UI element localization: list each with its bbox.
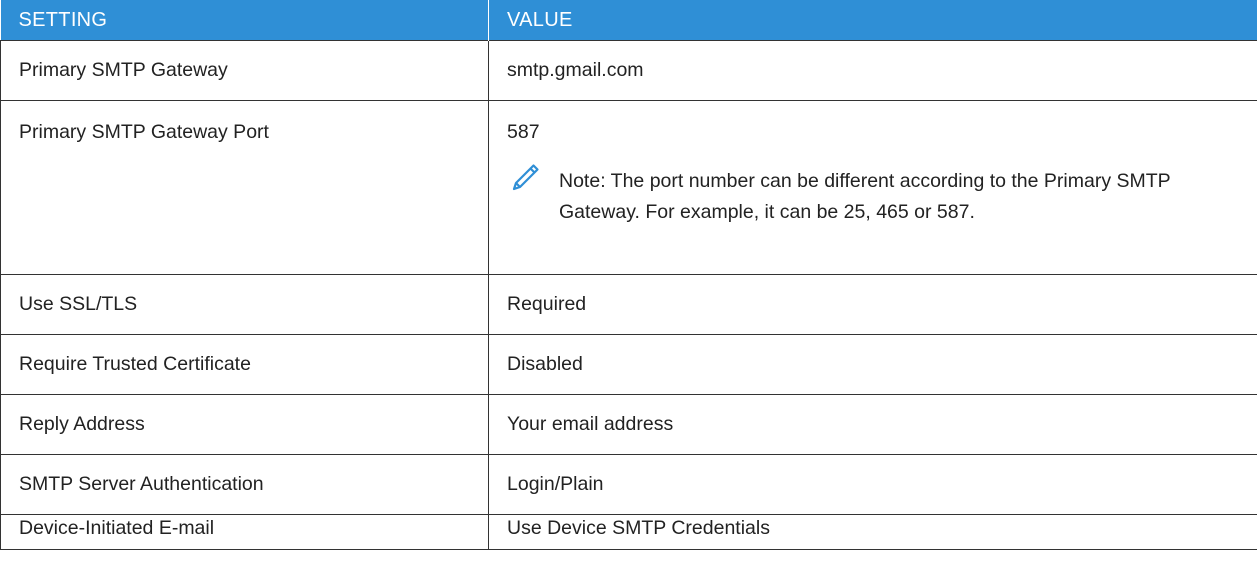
setting-text: Device-Initiated E-mail [19, 517, 215, 539]
setting-cell: Primary SMTP Gateway Port [0, 100, 489, 275]
table-header-row: SETTING VALUE [0, 0, 1257, 41]
value-text: Use Device SMTP Credentials [507, 517, 770, 539]
header-setting: SETTING [0, 0, 489, 41]
table-row: Reply Address Your email address [0, 394, 1257, 455]
table-row: Primary SMTP Gateway Port 587 Note: The … [0, 100, 1257, 275]
table-row: Device-Initiated E-mail Use Device SMTP … [0, 514, 1257, 550]
settings-table: SETTING VALUE Primary SMTP Gateway smtp.… [0, 0, 1257, 550]
value-cell: smtp.gmail.com [488, 40, 1257, 101]
setting-cell: Use SSL/TLS [0, 274, 489, 335]
value-cell: Required [488, 274, 1257, 335]
table-row: Require Trusted Certificate Disabled [0, 334, 1257, 395]
setting-cell: Require Trusted Certificate [0, 334, 489, 395]
table-row: SMTP Server Authentication Login/Plain [0, 454, 1257, 515]
table-row: Primary SMTP Gateway smtp.gmail.com [0, 40, 1257, 101]
value-cell: 587 Note: The port number can be differe… [488, 100, 1257, 275]
table-row: Use SSL/TLS Required [0, 274, 1257, 335]
note-text: Note: The port number can be different a… [559, 170, 1171, 223]
note-block: Note: The port number can be different a… [507, 162, 1239, 228]
value-cell: Login/Plain [488, 454, 1257, 515]
value-cell: Disabled [488, 334, 1257, 395]
setting-cell: SMTP Server Authentication [0, 454, 489, 515]
setting-cell: Reply Address [0, 394, 489, 455]
setting-cell: Primary SMTP Gateway [0, 40, 489, 101]
pencil-icon [512, 164, 539, 191]
setting-cell: Device-Initiated E-mail [0, 514, 489, 550]
header-value: VALUE [488, 0, 1257, 41]
value-text: 587 [507, 121, 540, 143]
value-cell: Your email address [488, 394, 1257, 455]
value-cell: Use Device SMTP Credentials [488, 514, 1257, 550]
